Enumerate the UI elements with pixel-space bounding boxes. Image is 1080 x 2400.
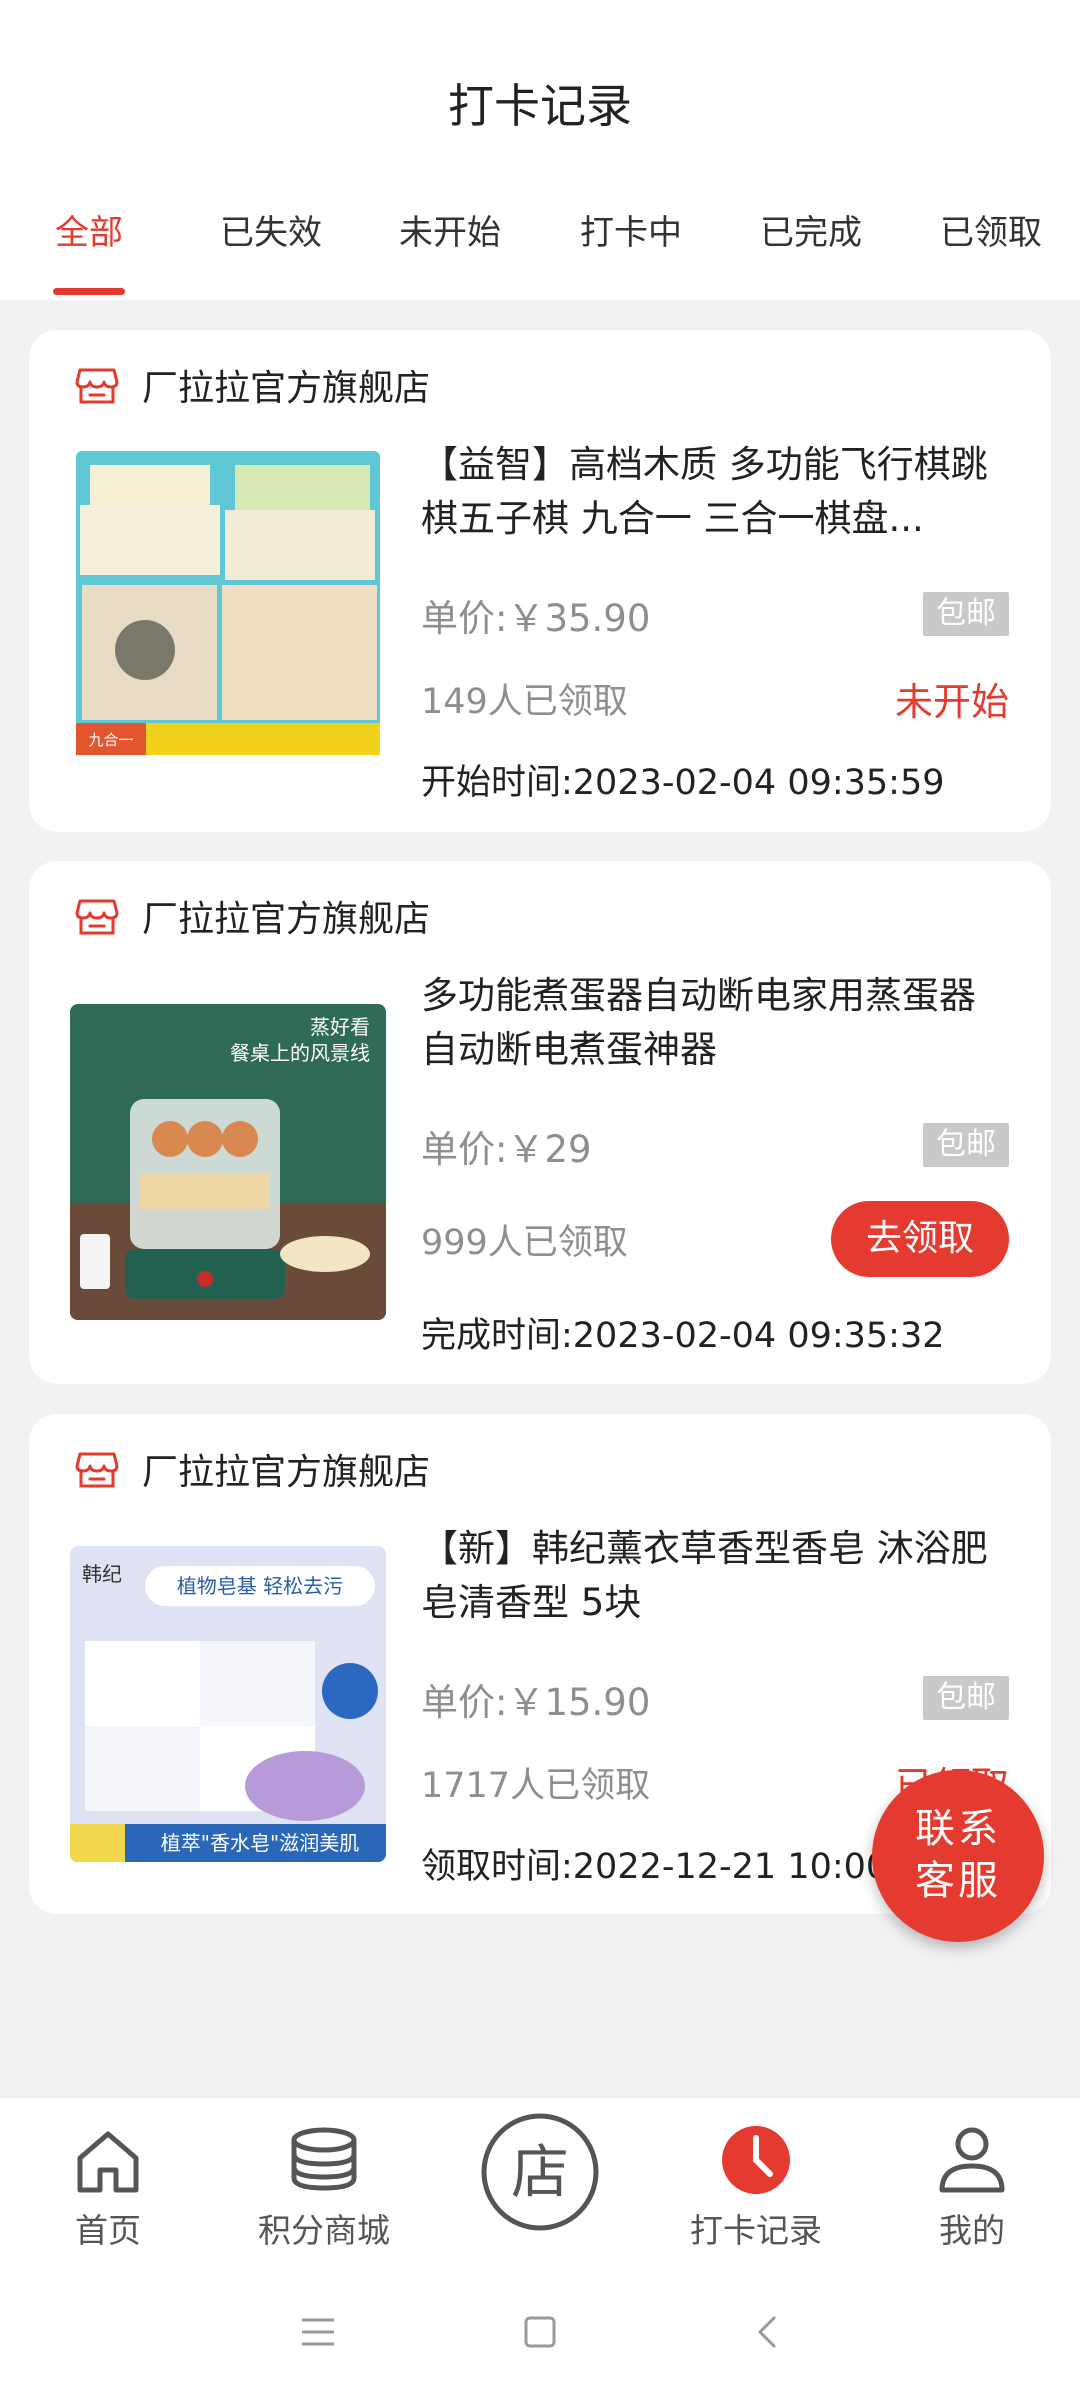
shop-icon [75,1452,119,1488]
nav-home[interactable]: 首页 [18,2098,198,2273]
record-card[interactable]: 厂拉拉官方旗舰店 蒸好看 餐桌上的风景线 多功能煮蛋器自动断电家用蒸蛋器 自动断… [29,861,1051,1384]
tab-not-started[interactable]: 未开始 [375,205,525,254]
clock-icon [722,2126,790,2194]
unit-price: 单价:￥35.90 [421,597,651,640]
free-shipping-badge: 包邮 [923,1123,1009,1167]
nav-checkin-records[interactable]: 打卡记录 [666,2098,846,2273]
nav-mine[interactable]: 我的 [882,2098,1062,2273]
record-card[interactable]: 厂拉拉官方旗舰店 九合一 【益智】高档木质 多功能飞行棋跳棋五子棋 九合一 三合… [29,330,1051,832]
store-name: 厂拉拉官方旗舰店 [142,368,431,409]
svg-text:韩纪: 韩纪 [82,1562,122,1586]
shop-icon [75,368,119,404]
page-header: 打卡记录 全部 已失效 未开始 打卡中 已完成 已领取 [0,0,1080,300]
tab-expired[interactable]: 已失效 [196,205,346,254]
product-name: 【新】韩纪薰衣草香型香皂 沐浴肥皂清香型 5块 [421,1527,988,1624]
svg-text:餐桌上的风景线: 餐桌上的风景线 [230,1041,370,1065]
claim-time: 领取时间:2022-12-21 10:00 [421,1847,889,1887]
svg-text:九合一: 九合一 [88,731,133,749]
menu-icon[interactable] [300,2314,336,2350]
finish-time: 完成时间:2023-02-04 09:35:32 [421,1316,945,1356]
store-name: 厂拉拉官方旗舰店 [142,899,431,940]
system-navigation-bar [0,2272,1080,2400]
claimed-count: 999人已领取 [421,1223,628,1263]
user-icon [939,2127,1005,2193]
home-square-icon[interactable] [522,2314,558,2350]
unit-price: 单价:￥15.90 [421,1681,651,1724]
nav-points-mall-label: 积分商城 [258,2211,390,2250]
nav-points-mall[interactable]: 积分商城 [234,2098,414,2273]
unit-price: 单价:￥29 [421,1128,592,1171]
store-row: 厂拉拉官方旗舰店 [74,1444,430,1494]
claim-button[interactable]: 去领取 [831,1201,1009,1277]
shop-icon [75,899,119,935]
store-name: 厂拉拉官方旗舰店 [142,1452,431,1493]
free-shipping-badge: 包邮 [923,1676,1009,1720]
status-tabs: 全部 已失效 未开始 打卡中 已完成 已领取 [0,205,1080,295]
nav-home-label: 首页 [75,2211,141,2250]
nav-checkin-records-label: 打卡记录 [690,2211,822,2250]
product-image: 蒸好看 餐桌上的风景线 [70,1004,386,1320]
free-shipping-badge: 包邮 [923,592,1009,636]
claimed-count: 1717人已领取 [421,1766,651,1806]
start-time: 开始时间:2023-02-04 09:35:59 [421,763,945,803]
product-name: 多功能煮蛋器自动断电家用蒸蛋器 自动断电煮蛋神器 [421,974,976,1071]
active-tab-indicator [53,288,125,295]
store-icon[interactable]: 店 [478,2110,602,2234]
customer-service-label-line1: 联系 [915,1806,1001,1852]
store-row: 厂拉拉官方旗舰店 [74,360,430,410]
tab-all[interactable]: 全部 [14,205,164,254]
tab-completed[interactable]: 已完成 [736,205,886,254]
page-title: 打卡记录 [448,79,632,133]
svg-text:植萃"香水皂"滋润美肌: 植萃"香水皂"滋润美肌 [161,1831,359,1855]
nav-mine-label: 我的 [939,2211,1005,2250]
svg-text:植物皂基 轻松去污: 植物皂基 轻松去污 [177,1574,343,1598]
svg-text:店: 店 [511,2138,569,2206]
store-row: 厂拉拉官方旗舰店 [74,891,430,941]
coins-icon [291,2127,357,2191]
customer-service-label-line2: 客服 [915,1858,1001,1904]
claimed-count: 149人已领取 [421,682,628,722]
back-icon[interactable] [750,2314,786,2350]
tab-in-progress[interactable]: 打卡中 [556,205,706,254]
product-name: 【益智】高档木质 多功能飞行棋跳棋五子棋 九合一 三合一棋盘... [421,443,988,540]
svg-text:蒸好看: 蒸好看 [310,1015,370,1039]
product-image: 九合一 [70,445,386,761]
customer-service-button[interactable]: 联系 客服 [872,1770,1044,1942]
status-label: 未开始 [894,680,1009,724]
product-image: 植物皂基 轻松去污 韩纪 植萃"香水皂"滋润美肌 [70,1546,386,1862]
home-icon [77,2131,139,2193]
tab-claimed[interactable]: 已领取 [916,205,1066,254]
